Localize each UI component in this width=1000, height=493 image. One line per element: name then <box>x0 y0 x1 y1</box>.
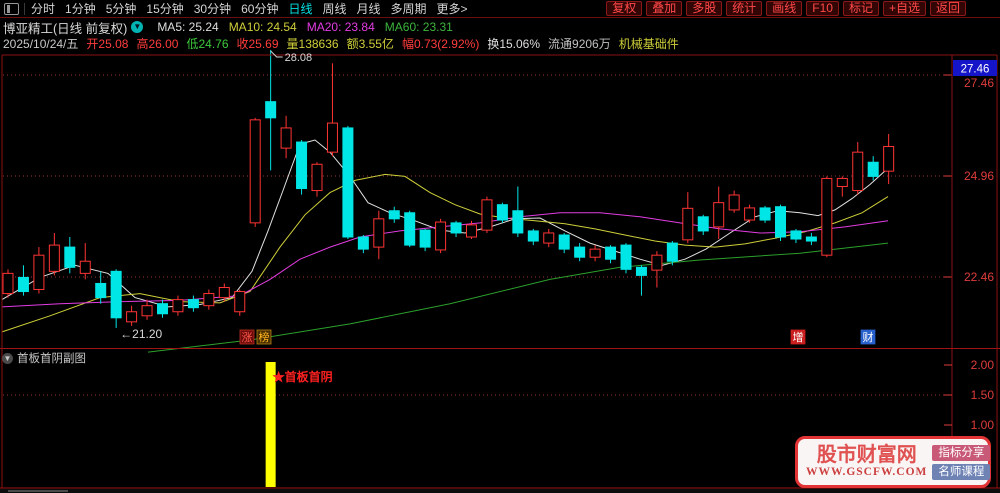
svg-text:榜: 榜 <box>259 330 270 344</box>
svg-text:财: 财 <box>863 330 874 344</box>
high-annotation: 28.08 <box>285 52 313 64</box>
clipped-bottom-toolbar <box>0 489 1000 493</box>
sub-axis-label: 1.50 <box>971 388 995 402</box>
svg-text:涨: 涨 <box>242 331 253 344</box>
watermark-badges: 指标分享 名师课程 <box>932 444 991 480</box>
candlestick-chart[interactable]: 27.46 24.96 22.46 27.46 28.08 ←21.20 涨榜 增 财 2.00 1… <box>0 0 1000 493</box>
watermark-site-name: 股市财富网 <box>816 444 917 467</box>
ma-line-MA10 <box>1 173 889 333</box>
price-axis-label: 22.46 <box>964 270 994 284</box>
watermark-banner: 股市财富网 WWW.GSCFW.COM 指标分享名师课程 <box>795 436 991 488</box>
sub-panel-title-row: ▼ 首板首阴副图 <box>2 350 86 366</box>
svg-text:27.46: 27.46 <box>961 64 990 76</box>
watermark-site: 股市财富网 WWW.GSCFW.COM <box>806 445 927 479</box>
price-axis-label: 27.46 <box>964 76 994 90</box>
sub-panel-title: 首板首阴副图 <box>17 353 86 365</box>
watermark-badge-0: 指标分享 <box>932 444 991 461</box>
price-axis-label: 24.96 <box>964 169 994 183</box>
signal-label: ★首板首阴 <box>273 369 333 384</box>
sub-axis-label: 1.00 <box>971 418 995 432</box>
svg-text:增: 增 <box>793 330 804 344</box>
watermark-site-url: WWW.GSCFW.COM <box>806 466 928 479</box>
main-price-pane[interactable]: 27.46 24.96 22.46 27.46 28.08 ←21.20 涨榜 增 财 <box>0 49 1000 489</box>
sub-axis-label: 2.00 <box>971 358 995 372</box>
low-annotation: ←21.20 <box>120 327 162 341</box>
watermark-badge-1: 名师课程 <box>932 463 991 480</box>
candles <box>2 49 895 328</box>
collapse-chevron-icon[interactable]: ▼ <box>2 352 13 364</box>
